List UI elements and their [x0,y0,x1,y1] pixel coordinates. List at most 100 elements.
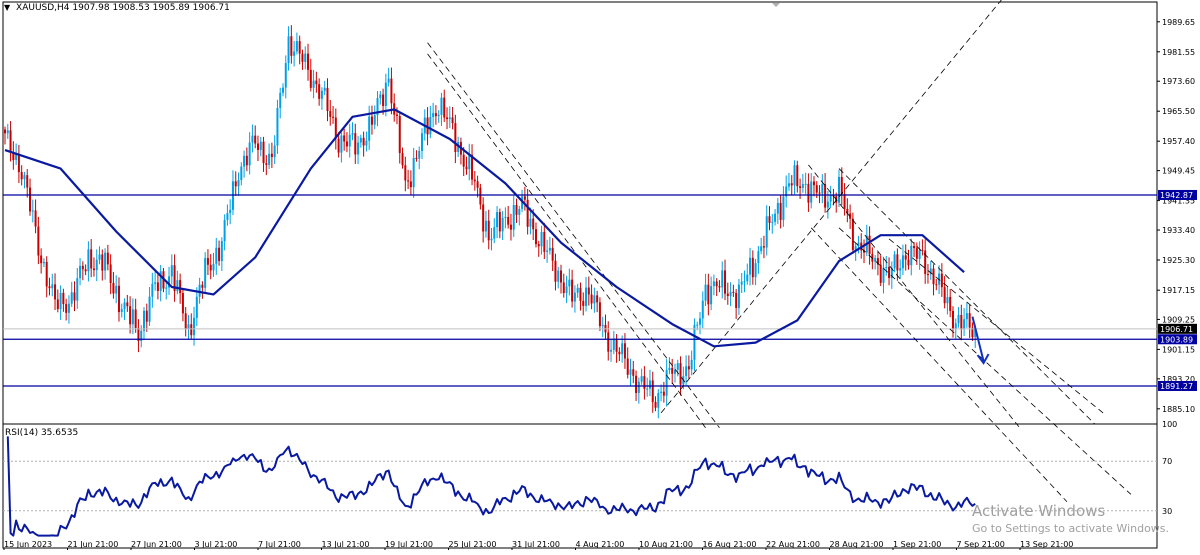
candle-bear [960,314,963,330]
candle-bull [268,153,271,165]
candle-bull [193,317,196,336]
time-tick-label: 3 Jul 21:00 [195,540,238,549]
candle-bull [351,133,354,135]
candle-bear [362,137,365,146]
collapse-triangle-icon[interactable]: ▼ [4,3,10,12]
candle-bear [343,135,346,142]
candle-bull [387,78,390,83]
time-tick-label: 7 Jul 21:00 [258,540,301,549]
candle-bull [448,117,451,120]
candle-bear [799,186,802,188]
candle-bear [651,380,654,402]
time-tick-label: 13 Sep 21:00 [1020,540,1073,549]
candle-bear [26,175,29,188]
candle-bull [440,97,443,115]
candle-bear [932,268,935,285]
candle-bull [954,323,957,329]
time-tick-label: 27 Jun 21:00 [131,540,182,549]
chart[interactable]: 1989.65 1981.55 1973.60 1965.50 1957.40 1949.… [0,0,1200,551]
candle-bear [807,183,810,203]
candle-bull [248,142,251,166]
candle-bear [245,155,248,166]
candle-bear [623,343,626,359]
price-tick-label: 1885.10 [1162,405,1195,414]
candle-bull [676,363,679,370]
candle-bear [332,116,335,118]
current-price-label: 1906.71 [1160,325,1193,334]
candle-bull [87,249,90,272]
candle-bull [490,238,493,241]
chart-canvas[interactable]: 1989.65 1981.55 1973.60 1965.50 1957.40 1949.… [0,0,1200,551]
candle-bear [451,117,454,124]
candle-bear [446,117,449,120]
candle-bull [568,279,571,287]
candle-bull [546,250,549,252]
candle-bear [562,282,565,294]
candle-bull [421,133,423,151]
candle-bull [95,259,98,271]
candle-bear [635,375,638,393]
candle-bull [826,201,829,208]
candle-bull [42,261,45,264]
candle-bear [554,260,557,282]
trend-line [427,42,720,428]
candle-bear [751,257,754,278]
candle-bull [957,314,960,324]
candle-bear [307,53,310,70]
candle-bear [968,313,971,328]
candle-bull [23,175,26,180]
candle-bear [582,300,585,306]
candle-bear [724,270,727,294]
time-tick-label: 16 Aug 21:00 [703,540,757,549]
candle-bull [829,194,832,202]
candle-bear [298,41,301,54]
candle-bull [195,296,198,318]
candle-bear [290,36,293,56]
candle-bull [170,265,173,277]
candle-bear [184,313,187,329]
candle-bear [354,133,357,155]
candle-bear [515,204,518,215]
candle-bull [176,280,179,292]
candle-bull [496,212,499,228]
candle-bear [90,249,93,269]
candle-bull [740,281,743,285]
candle-bull [131,309,134,325]
candle-bull [760,246,763,252]
candle-bull [15,154,18,160]
candle-bear [407,180,410,182]
candle-bull [384,82,387,106]
candle-bull [573,292,576,302]
candle-bear [643,376,646,389]
candle-bear [4,129,6,134]
candle-bull [648,380,651,389]
candle-bull [240,166,243,181]
candle-bull [765,216,768,248]
candle-bull [612,338,615,350]
candle-bear [126,302,129,307]
candle-bear [101,254,104,271]
candle-bull [774,213,777,222]
candle-bull [251,135,254,143]
candle-bear [487,220,490,241]
candle-bull [910,245,913,266]
candle-bull [696,324,699,326]
price-tick-label: 1965.50 [1162,107,1195,116]
candle-bear [84,269,87,272]
candle-bull [223,219,226,242]
candle-bull [365,140,368,146]
candle-bull [685,366,688,377]
candle-bull [963,319,966,330]
candle-bear [618,351,621,355]
candle-bear [598,302,601,327]
candle-bull [287,36,290,64]
candle-bull [804,183,807,185]
candle-bear [526,199,529,227]
candle-bear [256,143,259,150]
candle-bull [754,263,757,278]
candle-bear [473,179,476,182]
candle-bear [262,141,265,164]
level-price-label: 1903.89 [1160,335,1193,344]
candle-bull [771,221,774,223]
candle-bear [868,235,871,254]
